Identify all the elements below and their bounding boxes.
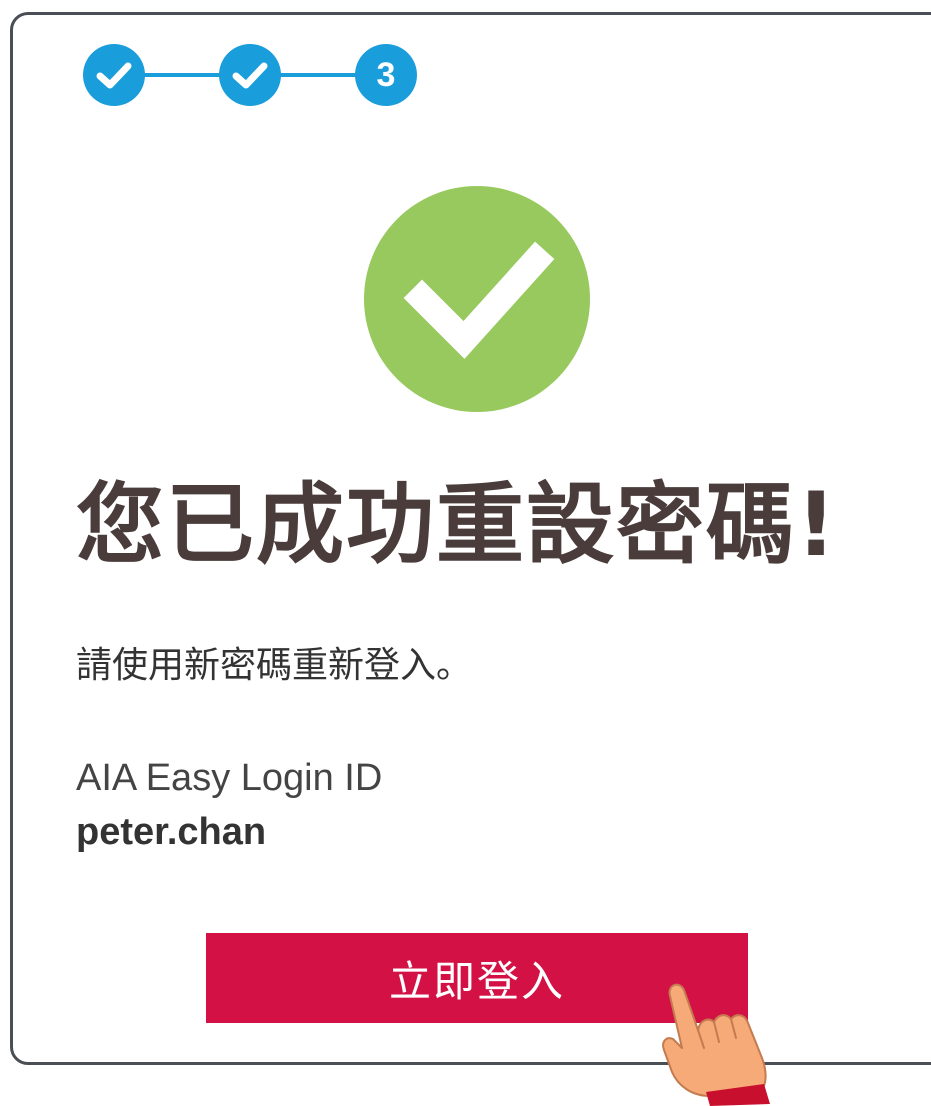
login-button-label: 立即登入 — [388, 956, 565, 1006]
page-title: 您已成功重設密碼! — [76, 473, 839, 576]
step-3-current: 3 — [355, 44, 417, 106]
step-connector — [141, 73, 221, 77]
step-2-complete — [219, 44, 281, 106]
check-circle-icon — [364, 186, 590, 412]
step-number: 3 — [376, 56, 396, 94]
check-icon — [232, 62, 268, 89]
check-icon — [96, 62, 132, 89]
step-1-complete — [83, 44, 145, 106]
login-id-label: AIA Easy Login ID — [76, 757, 383, 799]
pointing-hand-icon — [662, 983, 770, 1106]
step-connector — [277, 73, 359, 77]
instruction-text: 請使用新密碼重新登入。 — [76, 645, 473, 686]
progress-stepper: 3 — [83, 44, 423, 106]
login-id-value: peter.chan — [76, 811, 267, 853]
